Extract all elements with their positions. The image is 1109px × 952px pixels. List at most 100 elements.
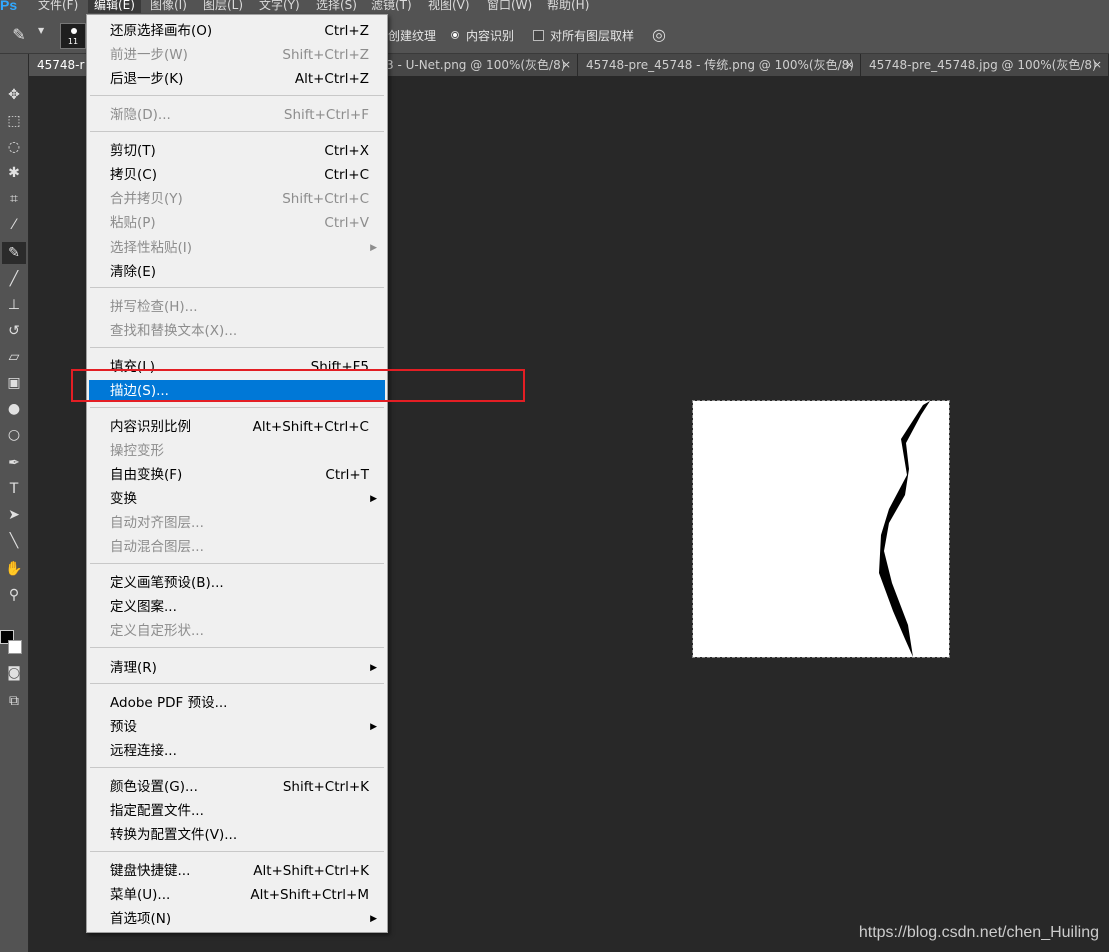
chevron-down-icon[interactable]: ▼: [38, 26, 44, 35]
menu-separator: [90, 851, 384, 852]
tab-traditional[interactable]: 45748-pre_45748 - 传统.png @ 100%(灰色/8) ×: [578, 54, 861, 76]
menu-type[interactable]: 文字(Y): [259, 0, 300, 13]
close-icon[interactable]: ×: [845, 54, 854, 76]
path-selection-tool-icon[interactable]: ➤: [2, 504, 26, 526]
healing-brush-icon[interactable]: ✎: [8, 24, 30, 46]
screen-mode-icon[interactable]: ⧉: [2, 690, 26, 712]
menu-item-define-custom-shape[interactable]: 定义自定形状...: [89, 620, 385, 642]
menu-image[interactable]: 图像(I): [150, 0, 187, 13]
close-icon[interactable]: ×: [1093, 54, 1102, 76]
menu-item-adobe-pdf-presets[interactable]: Adobe PDF 预设...: [89, 692, 385, 714]
menu-item-copy-merged[interactable]: 合并拷贝(Y) Shift+Ctrl+C: [89, 188, 385, 210]
menu-item-menus[interactable]: 菜单(U)... Alt+Shift+Ctrl+M: [89, 884, 385, 906]
menu-item-define-brush-preset[interactable]: 定义画笔预设(B)...: [89, 572, 385, 594]
menu-item-purge[interactable]: 清理(R) ▶: [89, 657, 385, 679]
pen-tool-icon[interactable]: ✒: [2, 452, 26, 474]
marquee-tool-icon[interactable]: ⬚: [2, 110, 26, 132]
menu-bar: Ps 文件(F) 编辑(E) 图像(I) 图层(L) 文字(Y) 选择(S) 滤…: [0, 0, 1109, 14]
content-aware-label[interactable]: 内容识别: [466, 29, 514, 43]
blur-tool-icon[interactable]: ●: [2, 398, 26, 420]
menu-item-paste-special[interactable]: 选择性粘贴(I) ▶: [89, 237, 385, 259]
healing-brush-tool-icon[interactable]: ✎: [2, 242, 26, 264]
menu-separator: [90, 683, 384, 684]
line-tool-icon[interactable]: ╲: [2, 530, 26, 552]
menu-item-spell-check[interactable]: 拼写检查(H)...: [89, 296, 385, 318]
content-aware-radio[interactable]: [451, 31, 459, 39]
menu-item-define-pattern[interactable]: 定义图案...: [89, 596, 385, 618]
menu-separator: [90, 767, 384, 768]
document-canvas[interactable]: [692, 400, 950, 658]
background-color-swatch[interactable]: [8, 640, 22, 654]
menu-view[interactable]: 视图(V): [428, 0, 470, 13]
eyedropper-tool-icon[interactable]: ⁄: [2, 214, 26, 236]
move-tool-icon[interactable]: ✥: [2, 84, 26, 106]
submenu-arrow-icon: ▶: [370, 243, 377, 253]
menu-item-step-forward[interactable]: 前进一步(W) Shift+Ctrl+Z: [89, 44, 385, 66]
menu-item-presets[interactable]: 预设 ▶: [89, 716, 385, 738]
brush-tool-icon[interactable]: ╱: [2, 268, 26, 290]
pressure-icon[interactable]: ◎: [652, 25, 666, 44]
menu-item-paste[interactable]: 粘贴(P) Ctrl+V: [89, 212, 385, 234]
menu-item-convert-to-profile[interactable]: 转换为配置文件(V)...: [89, 824, 385, 846]
brush-preset-picker[interactable]: 11: [60, 23, 86, 49]
edit-menu-dropdown: 还原选择画布(O) Ctrl+Z 前进一步(W) Shift+Ctrl+Z 后退一步…: [86, 14, 388, 933]
create-texture-label[interactable]: 创建纹理: [388, 29, 436, 43]
menu-window[interactable]: 窗口(W): [487, 0, 532, 13]
eraser-tool-icon[interactable]: ▱: [2, 346, 26, 368]
menu-edit[interactable]: 编辑(E): [88, 0, 141, 13]
menu-item-free-transform[interactable]: 自由变换(F) Ctrl+T: [89, 464, 385, 486]
watermark: https://blog.csdn.net/chen_Huiling: [858, 924, 1099, 941]
dodge-tool-icon[interactable]: ○: [2, 424, 26, 446]
quick-mask-icon[interactable]: ◙: [2, 662, 26, 684]
menu-filter[interactable]: 滤镜(T): [371, 0, 412, 13]
menu-select[interactable]: 选择(S): [316, 0, 357, 13]
menu-separator: [90, 347, 384, 348]
menu-item-transform[interactable]: 变换 ▶: [89, 488, 385, 510]
history-brush-tool-icon[interactable]: ↺: [2, 320, 26, 342]
menu-item-auto-blend-layers[interactable]: 自动混合图层...: [89, 536, 385, 558]
submenu-arrow-icon: ▶: [370, 722, 377, 732]
menu-item-fade[interactable]: 渐隐(D)... Shift+Ctrl+F: [89, 104, 385, 126]
menu-item-content-aware-scale[interactable]: 内容识别比例 Alt+Shift+Ctrl+C: [89, 416, 385, 438]
type-tool-icon[interactable]: T: [2, 478, 26, 500]
menu-separator: [90, 287, 384, 288]
menu-help[interactable]: 帮助(H): [547, 0, 589, 13]
close-icon[interactable]: ×: [562, 54, 571, 76]
sample-all-layers-checkbox[interactable]: [533, 30, 544, 41]
menu-item-color-settings[interactable]: 颜色设置(G)... Shift+Ctrl+K: [89, 776, 385, 798]
hand-tool-icon[interactable]: ✋: [2, 558, 26, 580]
menu-item-find-replace[interactable]: 查找和替换文本(X)...: [89, 320, 385, 342]
menu-item-puppet-warp[interactable]: 操控变形: [89, 440, 385, 462]
photoshop-logo: Ps: [0, 0, 18, 13]
menu-item-remote-connections[interactable]: 远程连接...: [89, 740, 385, 762]
menu-item-step-backward[interactable]: 后退一步(K) Alt+Ctrl+Z: [89, 68, 385, 90]
menu-item-undo[interactable]: 还原选择画布(O) Ctrl+Z: [89, 20, 385, 42]
menu-item-keyboard-shortcuts[interactable]: 键盘快捷键... Alt+Shift+Ctrl+K: [89, 860, 385, 882]
submenu-arrow-icon: ▶: [370, 663, 377, 673]
crop-tool-icon[interactable]: ⌗: [2, 188, 26, 210]
tab-pre-jpg[interactable]: 45748-pre_45748.jpg @ 100%(灰色/8) ×: [861, 54, 1109, 76]
menu-file[interactable]: 文件(F): [38, 0, 78, 13]
lasso-tool-icon[interactable]: ◌: [2, 136, 26, 158]
menu-separator: [90, 407, 384, 408]
paint-bucket-tool-icon[interactable]: ▣: [2, 372, 26, 394]
menu-item-cut[interactable]: 剪切(T) Ctrl+X: [89, 140, 385, 162]
magic-wand-tool-icon[interactable]: ✱: [2, 162, 26, 184]
sample-all-layers-label[interactable]: 对所有图层取样: [550, 29, 634, 43]
submenu-arrow-icon: ▶: [370, 494, 377, 504]
menu-separator: [90, 95, 384, 96]
menu-layer[interactable]: 图层(L): [203, 0, 243, 13]
menu-item-preferences[interactable]: 首选项(N) ▶: [89, 908, 385, 930]
menu-item-copy[interactable]: 拷贝(C) Ctrl+C: [89, 164, 385, 186]
menu-item-auto-align-layers[interactable]: 自动对齐图层...: [89, 512, 385, 534]
zoom-tool-icon[interactable]: ⚲: [2, 584, 26, 606]
crack-image: [879, 401, 930, 657]
stamp-tool-icon[interactable]: ⊥: [2, 294, 26, 316]
menu-separator: [90, 647, 384, 648]
tab-unet[interactable]: 3 - U-Net.png @ 100%(灰色/8) ×: [378, 54, 578, 76]
menu-item-assign-profile[interactable]: 指定配置文件...: [89, 800, 385, 822]
tab-45748-r[interactable]: 45748-r: [29, 54, 89, 76]
annotation-highlight-box: [71, 369, 525, 402]
menu-item-clear[interactable]: 清除(E): [89, 261, 385, 283]
brush-tip-icon: [71, 28, 77, 34]
